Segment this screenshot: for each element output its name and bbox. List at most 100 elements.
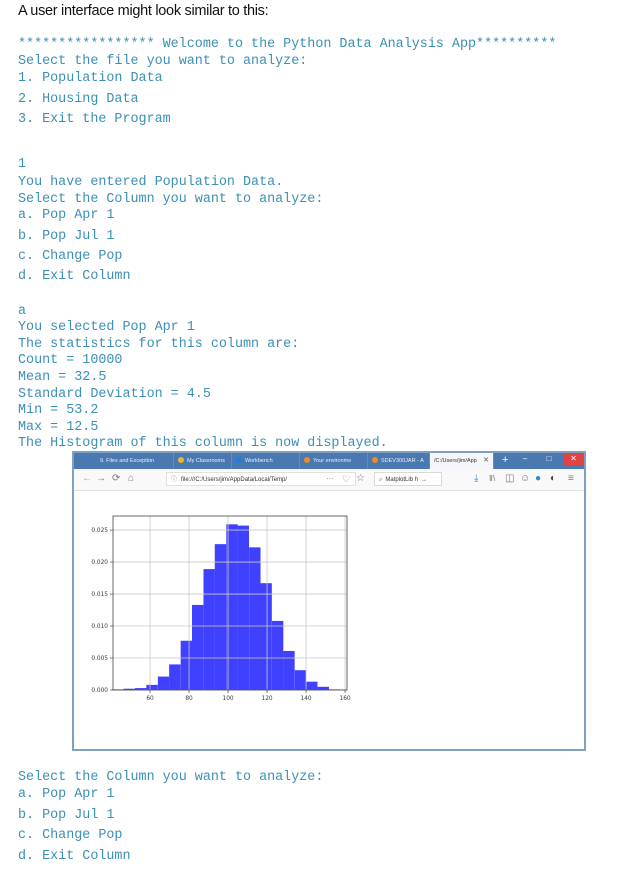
x-tick-label: 60 <box>146 696 154 702</box>
file-option-exit: 3. Exit the Program <box>18 112 171 127</box>
y-tick-label: 0.010 <box>91 624 108 630</box>
sidebar-icon[interactable]: ◫ <box>505 472 514 486</box>
column-option-d-repeat: d. Exit Column <box>18 849 131 864</box>
search-text: MatplotLib h <box>385 477 419 483</box>
histogram-bar <box>191 604 204 690</box>
histogram-bar <box>237 525 250 690</box>
page-actions-icon[interactable]: ··· <box>326 472 334 486</box>
tab-your-environment[interactable]: Your environme <box>300 453 368 469</box>
maximize-button[interactable]: □ <box>540 453 558 465</box>
browser-window: 9. Files and Exception My Classrooms Wor… <box>72 451 586 751</box>
close-window-button[interactable]: ✕ <box>563 453 584 465</box>
column-option-d: d. Exit Column <box>18 269 131 284</box>
reload-icon[interactable]: ⟳ <box>112 472 120 486</box>
tab-files-exceptions[interactable]: 9. Files and Exception <box>96 453 174 469</box>
column-prompt-repeat: Select the Column you want to analyze: <box>18 770 324 785</box>
tab-sdev300[interactable]: SDEV300JAR - A <box>368 453 430 469</box>
tab-workbench[interactable]: Workbench <box>232 453 300 469</box>
column-option-a-repeat: a. Pop Apr 1 <box>18 787 115 802</box>
histogram-bar <box>214 544 227 690</box>
forward-icon[interactable]: → <box>96 472 106 486</box>
histogram-bar <box>146 684 158 690</box>
histogram-bar <box>249 547 261 690</box>
search-go-icon[interactable]: → <box>421 477 427 483</box>
tab-label: My Classrooms <box>187 458 225 464</box>
column-option-b-repeat: b. Pop Jul 1 <box>18 808 115 823</box>
histogram-bar <box>283 650 295 690</box>
selected-message: You selected Pop Apr 1 <box>18 320 195 335</box>
user-input-1: 1 <box>18 157 27 172</box>
file-prompt: Select the file you want to analyze: <box>18 54 308 69</box>
sdev-favicon-icon <box>372 457 378 463</box>
x-tick-label: 100 <box>223 696 234 702</box>
tab-label: 9. Files and Exception <box>100 458 155 464</box>
column-option-c: c. Change Pop <box>18 249 123 264</box>
stats-heading: The statistics for this column are: <box>18 337 300 352</box>
histogram-message: The Histogram of this column is now disp… <box>18 436 388 451</box>
y-tick-label: 0.000 <box>91 688 108 694</box>
stat-mean: Mean = 32.5 <box>18 370 107 385</box>
url-text: file:///C:/Users/jim/AppData/Local/Temp/ <box>181 477 288 483</box>
environment-favicon-icon <box>304 457 310 463</box>
column-prompt: Select the Column you want to analyze: <box>18 192 324 207</box>
extension-2-icon[interactable]: ◐ <box>550 472 556 486</box>
extension-icon[interactable]: ● <box>535 472 541 486</box>
nav-toolbar: ← → ⟳ ⌂ ⓘ file:///C:/Users/jim/AppData/Lo… <box>74 469 584 491</box>
home-icon[interactable]: ⌂ <box>128 472 134 486</box>
stat-std-dev: Standard Deviation = 4.5 <box>18 387 211 402</box>
search-icon: ⌕ <box>379 477 383 483</box>
column-option-c-repeat: c. Change Pop <box>18 828 123 843</box>
y-tick-label: 0.015 <box>91 592 108 598</box>
histogram-bar <box>317 686 329 690</box>
intro-text: A user interface might look similar to t… <box>18 3 269 19</box>
histogram-bar <box>306 681 318 690</box>
stat-min: Min = 53.2 <box>18 403 99 418</box>
tab-active-file[interactable]: /C:/Users/jim/App ✕ <box>430 453 494 469</box>
tab-close-icon[interactable]: ✕ <box>483 453 489 469</box>
histogram-bar <box>169 664 181 690</box>
minimize-button[interactable]: – <box>516 453 534 465</box>
tab-bar: 9. Files and Exception My Classrooms Wor… <box>74 453 584 469</box>
histogram-chart: 60 80 100 120 140 160 0.000 0.005 0.010 0.015 0.02… <box>91 515 351 702</box>
histogram-bar <box>271 620 284 690</box>
menu-icon[interactable]: ≡ <box>568 472 574 486</box>
column-option-b: b. Pop Jul 1 <box>18 229 115 244</box>
tab-label: Your environme <box>313 458 352 464</box>
histogram-bar <box>157 676 170 690</box>
tab-label: /C:/Users/jim/App <box>434 458 477 464</box>
console-stats-block: a You selected Pop Apr 1 The statistics … <box>18 304 388 464</box>
pocket-icon[interactable]: ♡ <box>342 472 350 486</box>
account-icon[interactable]: ☺ <box>520 472 530 486</box>
search-bar[interactable]: ⌕ MatplotLib h → <box>374 472 442 486</box>
user-input-a: a <box>18 304 27 319</box>
download-icon[interactable]: ⤓ <box>474 472 478 486</box>
info-icon[interactable]: ⓘ <box>171 477 177 483</box>
console-repeat-block: Select the Column you want to analyze: a… <box>18 770 323 866</box>
console-welcome-block: ***************** Welcome to the Python … <box>18 37 556 133</box>
x-tick-label: 80 <box>185 696 193 702</box>
welcome-banner: ***************** Welcome to the Python … <box>18 37 557 52</box>
x-tick-label: 160 <box>340 696 351 702</box>
page-content: 60 80 100 120 140 160 0.000 0.005 0.010 0.015 0.02… <box>74 491 584 749</box>
back-icon[interactable]: ← <box>82 472 92 486</box>
column-option-a: a. Pop Apr 1 <box>18 208 115 223</box>
histogram-bar <box>294 670 307 690</box>
classrooms-favicon-icon <box>178 457 184 463</box>
tab-my-classrooms[interactable]: My Classrooms <box>174 453 232 469</box>
workbench-favicon-icon <box>236 457 242 463</box>
tab-label: SDEV300JAR - A <box>381 458 424 464</box>
library-icon[interactable]: Ⅱ\ <box>489 472 495 486</box>
file-option-population: 1. Population Data <box>18 71 163 86</box>
stat-max: Max = 12.5 <box>18 420 99 435</box>
entered-message: You have entered Population Data. <box>18 175 284 190</box>
file-option-housing: 2. Housing Data <box>18 92 139 107</box>
stat-count: Count = 10000 <box>18 353 123 368</box>
histogram-bar <box>260 583 272 690</box>
bookmark-star-icon[interactable]: ☆ <box>356 472 365 486</box>
histogram-bar <box>180 640 193 690</box>
new-tab-button[interactable]: + <box>502 453 508 469</box>
console-column-block: 1 You have entered Population Data. Sele… <box>18 157 323 285</box>
x-tick-label: 140 <box>301 696 312 702</box>
histogram-bar <box>203 569 215 690</box>
tab-label: Workbench <box>245 458 273 464</box>
